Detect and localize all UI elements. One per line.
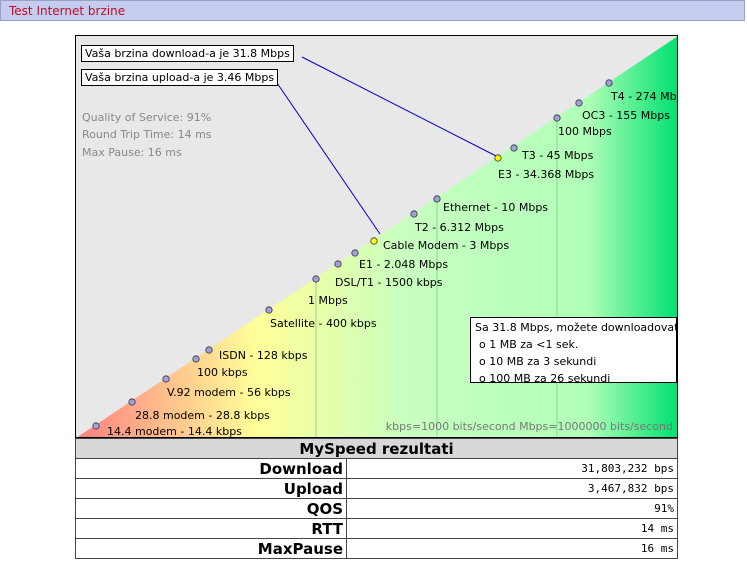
scale-label: 28.8 modem - 28.8 kbps bbox=[135, 409, 270, 422]
window-titlebar: Test Internet brzine bbox=[0, 0, 745, 21]
download-info-heading: Sa 31.8 Mbps, možete downloadovati bbox=[475, 321, 678, 334]
download-connector bbox=[301, 56, 499, 158]
rtt-line: Round Trip Time: 14 ms bbox=[82, 128, 212, 141]
results-table: MySpeed rezultati Download 31,803,232 bp… bbox=[75, 438, 678, 559]
highlight-marker bbox=[494, 154, 502, 162]
scale-label: T4 - 274 Mbps bbox=[611, 90, 677, 103]
result-value: 16 ms bbox=[346, 538, 678, 559]
scale-marker bbox=[192, 355, 200, 363]
scale-label: E1 - 2.048 Mbps bbox=[359, 258, 449, 271]
units-note: kbps=1000 bits/second Mbps=1000000 bits/… bbox=[385, 420, 673, 433]
scale-label: Satellite - 400 kbps bbox=[270, 317, 377, 330]
scale-label: ISDN - 128 kbps bbox=[219, 349, 308, 362]
result-value: 31,803,232 bps bbox=[346, 458, 678, 479]
scale-marker bbox=[575, 99, 583, 107]
result-label: Download bbox=[75, 458, 347, 479]
scale-marker bbox=[205, 346, 213, 354]
scale-label: E3 - 34.368 Mbps bbox=[498, 168, 595, 181]
upload-connector bbox=[274, 79, 381, 235]
scale-marker bbox=[92, 422, 100, 430]
scale-label: 1 Mbps bbox=[308, 294, 348, 307]
download-info-line: o 1 MB za <1 sek. bbox=[479, 338, 579, 351]
scale-label: Ethernet - 10 Mbps bbox=[443, 201, 549, 214]
result-label: MaxPause bbox=[75, 538, 347, 559]
scale-marker bbox=[553, 114, 561, 122]
scale-label: 100 Mbps bbox=[558, 125, 612, 138]
scale-marker bbox=[510, 144, 518, 152]
result-label: RTT bbox=[75, 518, 347, 539]
scale-marker bbox=[334, 260, 342, 268]
scale-marker bbox=[351, 249, 359, 257]
scale-label: DSL/T1 - 1500 kbps bbox=[335, 276, 443, 289]
table-row: Download 31,803,232 bps bbox=[75, 458, 678, 479]
table-row: QOS 91% bbox=[75, 498, 678, 519]
scale-label: V.92 modem - 56 kbps bbox=[167, 386, 291, 399]
scale-marker bbox=[128, 398, 136, 406]
scale-label: OC3 - 155 Mbps bbox=[582, 109, 670, 122]
qos-line: Quality of Service: 91% bbox=[82, 111, 212, 124]
scale-marker bbox=[265, 306, 273, 314]
scale-label: 14.4 modem - 14.4 kbps bbox=[107, 425, 242, 438]
download-callout: Vaša brzina download-a je 31.8 Mbps bbox=[81, 45, 294, 62]
table-row: RTT 14 ms bbox=[75, 518, 678, 539]
scale-marker bbox=[605, 79, 613, 87]
table-row: MaxPause 16 ms bbox=[75, 538, 678, 559]
scale-label: T2 - 6.312 Mbps bbox=[415, 221, 504, 234]
scale-marker bbox=[410, 210, 418, 218]
window-title: Test Internet brzine bbox=[9, 4, 126, 18]
scale-marker bbox=[162, 375, 170, 383]
download-info-line: o 100 MB za 26 sekundi bbox=[479, 372, 611, 385]
table-row: Upload 3,467,832 bps bbox=[75, 478, 678, 499]
download-info-line: o 10 MB za 3 sekundi bbox=[479, 355, 597, 368]
speed-chart: Vaša brzina download-a je 31.8 Mbps Vaša… bbox=[75, 35, 678, 438]
result-label: Upload bbox=[75, 478, 347, 499]
scale-marker bbox=[433, 195, 441, 203]
result-value: 91% bbox=[346, 498, 678, 519]
highlight-marker bbox=[370, 237, 378, 245]
scale-label: Cable Modem - 3 Mbps bbox=[383, 239, 510, 252]
result-value: 3,467,832 bps bbox=[346, 478, 678, 499]
results-title: MySpeed rezultati bbox=[75, 438, 678, 459]
download-time-info: Sa 31.8 Mbps, možete downloadovati o 1 M… bbox=[470, 317, 678, 385]
maxpause-line: Max Pause: 16 ms bbox=[82, 146, 182, 159]
scale-label: 100 kbps bbox=[197, 366, 248, 379]
upload-callout: Vaša brzina upload-a je 3.46 Mbps bbox=[81, 69, 279, 86]
scale-label: T3 - 45 Mbps bbox=[522, 149, 594, 162]
speed-test-panel: Vaša brzina download-a je 31.8 Mbps Vaša… bbox=[75, 35, 678, 565]
result-label: QOS bbox=[75, 498, 347, 519]
result-value: 14 ms bbox=[346, 518, 678, 539]
scale-marker bbox=[312, 275, 320, 283]
